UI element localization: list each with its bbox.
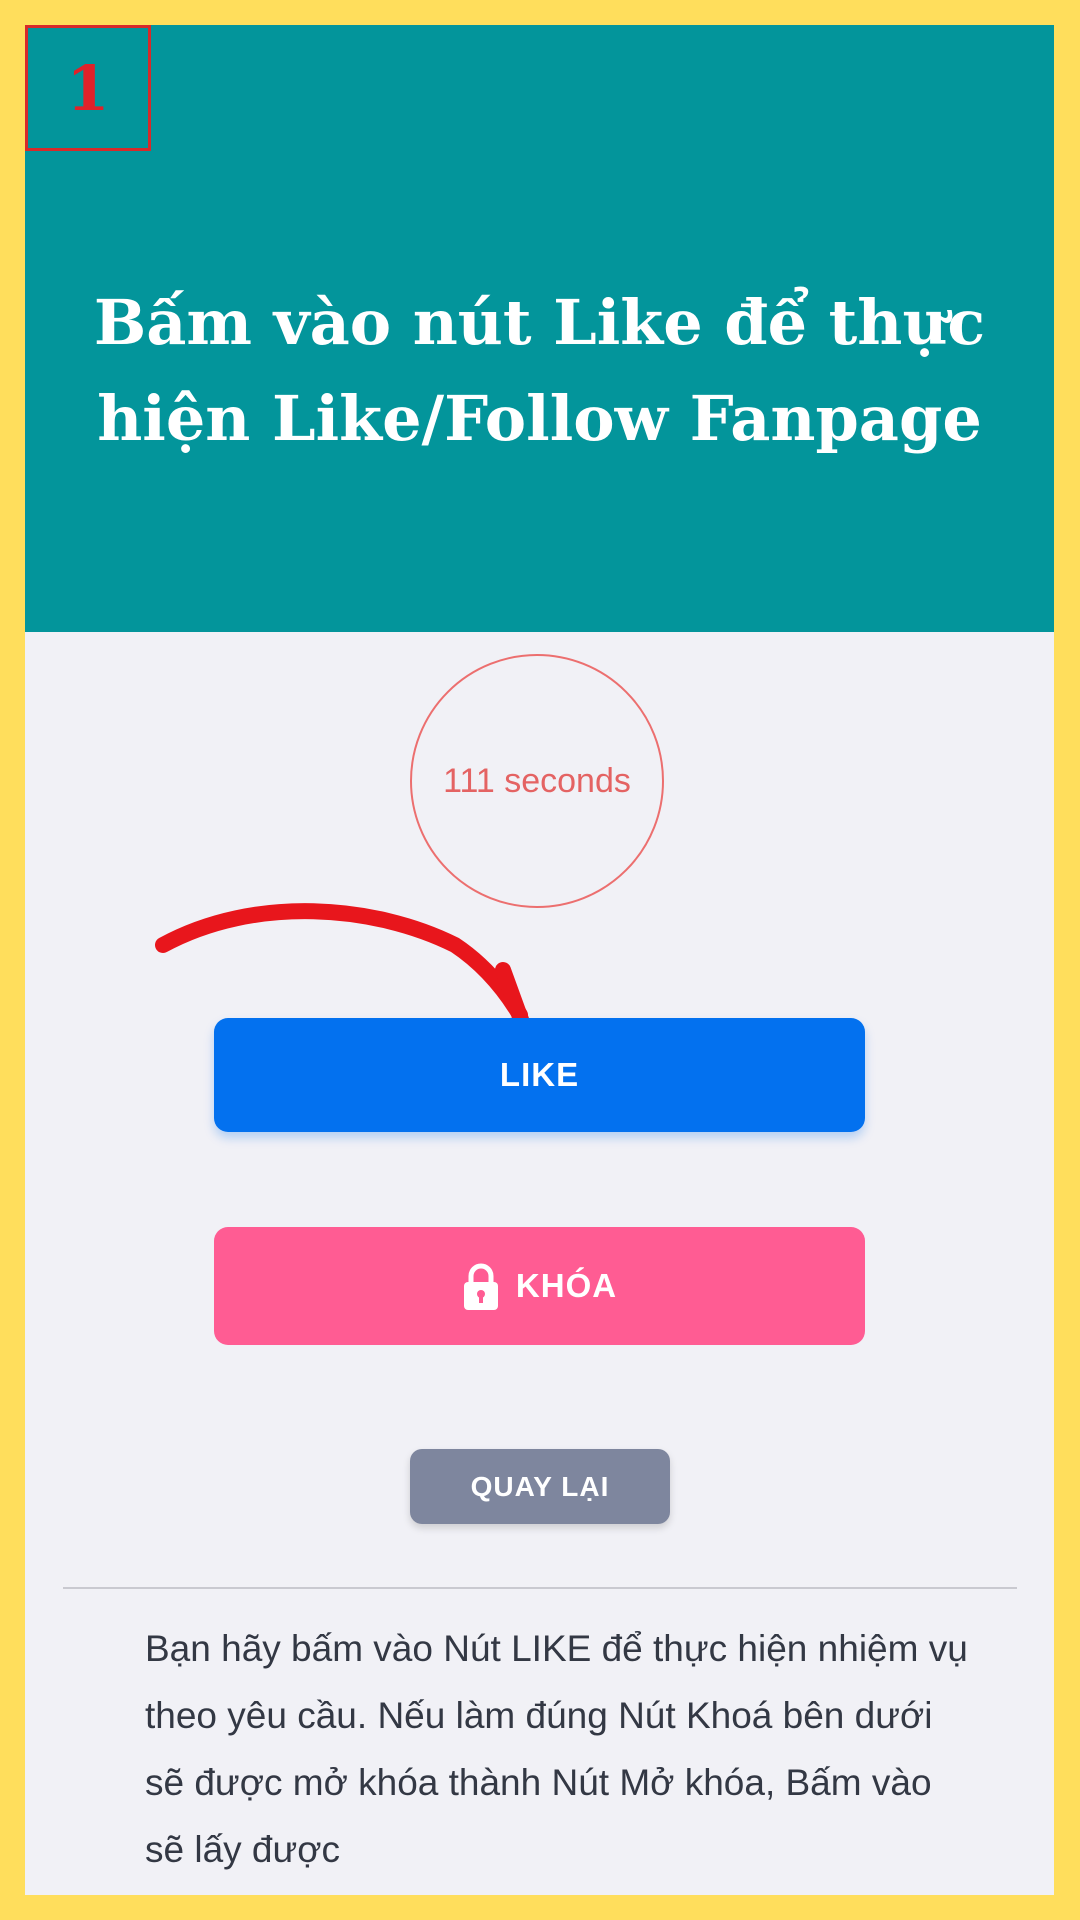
back-button[interactable]: QUAY LẠI: [410, 1449, 670, 1524]
lock-icon: [463, 1263, 498, 1310]
like-button[interactable]: LIKE: [214, 1018, 865, 1132]
countdown-text: 111 seconds: [443, 761, 631, 800]
header-banner: 1 Bấm vào nút Like để thực hiện Like/Fol…: [25, 25, 1054, 632]
step-number-badge: 1: [25, 25, 151, 151]
lock-button-label: KHÓA: [515, 1267, 618, 1304]
step-number: 1: [66, 51, 110, 125]
banner-title: Bấm vào nút Like để thực hiện Like/Follo…: [93, 286, 986, 455]
lock-button[interactable]: KHÓA: [214, 1227, 865, 1345]
back-button-label: QUAY LẠI: [470, 1470, 610, 1502]
screenshot-frame: 1 Bấm vào nút Like để thực hiện Like/Fol…: [25, 25, 1054, 1895]
like-button-label: LIKE: [499, 1056, 580, 1093]
countdown-timer: 111 seconds: [410, 654, 664, 908]
divider: [63, 1587, 1017, 1589]
instruction-text: Bạn hãy bấm vào Nút LIKE để thực hiện nh…: [145, 1628, 968, 1870]
